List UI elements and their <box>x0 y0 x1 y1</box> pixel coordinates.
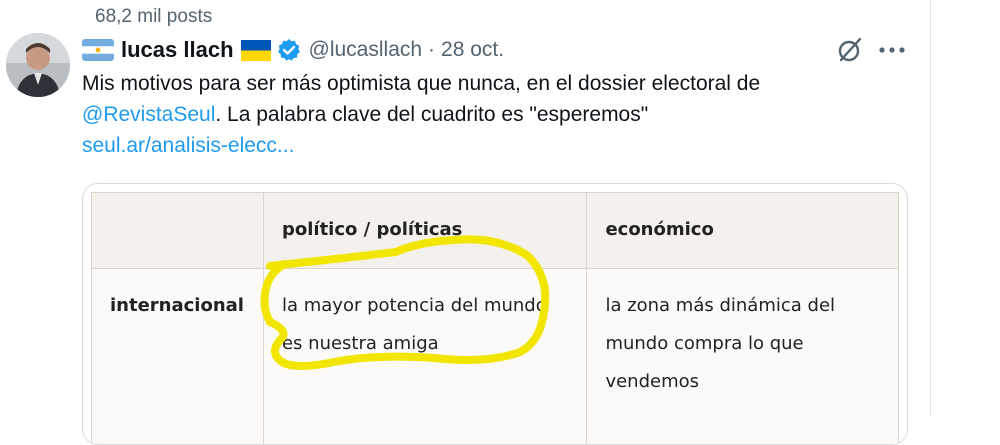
avatar[interactable] <box>6 33 70 97</box>
more-options-icon[interactable] <box>878 46 906 54</box>
table-cell: la zona más dinámica del mundo compra lo… <box>587 269 899 445</box>
article-link[interactable]: seul.ar/analisis-elecc... <box>82 134 294 157</box>
author-handle[interactable]: @lucasllach <box>309 38 423 62</box>
post-count: 68,2 mil posts <box>95 6 212 28</box>
comparison-table: político / políticas económico internaci… <box>91 192 899 445</box>
tweet-date[interactable]: 28 oct. <box>441 38 504 62</box>
verified-badge-icon[interactable] <box>277 38 301 62</box>
argentina-flag-icon <box>82 39 114 61</box>
table-row-label: internacional <box>92 269 264 445</box>
mention-link[interactable]: @RevistaSeul <box>82 103 215 126</box>
meta-separator: · <box>428 38 435 62</box>
tweet-text: Mis motivos para ser más optimista que n… <box>82 68 912 161</box>
refresh-icon[interactable] <box>790 0 824 10</box>
ukraine-flag-icon <box>241 40 271 61</box>
table-header-row: político / políticas económico <box>92 193 899 269</box>
grok-icon[interactable] <box>836 36 864 64</box>
search-icon[interactable] <box>858 0 892 10</box>
table-row: internacional la mayor potencia del mund… <box>92 269 899 445</box>
author-display-name[interactable]: lucas llach <box>121 37 234 63</box>
table-header-cell: económico <box>587 193 899 269</box>
table-header-cell: político / políticas <box>263 193 586 269</box>
right-panel-divider <box>930 0 1000 417</box>
back-arrow-icon[interactable] <box>0 0 20 6</box>
table-cell: la mayor potencia del mundo es nuestra a… <box>263 269 586 445</box>
tweet-author-row: lucas llach @lucasllach · 28 oct. <box>82 34 504 66</box>
table-header-cell <box>92 193 264 269</box>
tweet-text-line1: Mis motivos para ser más optimista que n… <box>82 72 760 95</box>
attached-image-card[interactable]: político / políticas económico internaci… <box>82 183 908 445</box>
tweet-text-line2: . La palabra clave del cuadrito es "espe… <box>215 103 648 126</box>
